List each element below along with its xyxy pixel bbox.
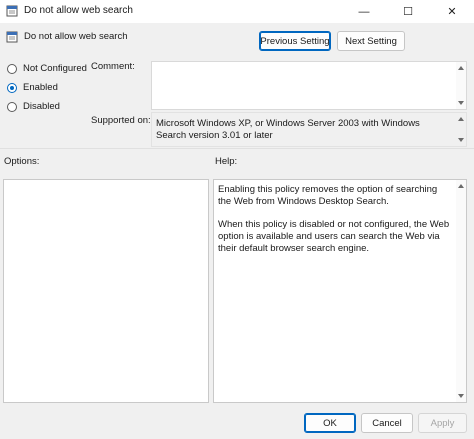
cancel-button[interactable]: Cancel xyxy=(361,413,413,433)
scroll-up-icon[interactable] xyxy=(458,184,464,188)
previous-setting-label: Previous Setting xyxy=(260,35,330,47)
next-setting-label: Next Setting xyxy=(345,35,397,47)
comment-label: Comment: xyxy=(91,61,135,72)
options-pane xyxy=(3,179,209,403)
scroll-down-icon[interactable] xyxy=(458,101,464,105)
ok-label: OK xyxy=(323,417,337,429)
maximize-button[interactable]: ☐ xyxy=(386,0,430,23)
policy-document-icon xyxy=(6,5,18,17)
help-paragraph: When this policy is disabled or not conf… xyxy=(218,219,450,254)
radio-label: Not Configured xyxy=(23,63,87,74)
minimize-button[interactable]: — xyxy=(342,0,386,23)
radio-disabled[interactable]: Disabled xyxy=(7,101,60,112)
radio-enabled[interactable]: Enabled xyxy=(7,82,58,93)
policy-name: Do not allow web search xyxy=(24,31,128,42)
scroll-up-icon[interactable] xyxy=(458,66,464,70)
scroll-up-icon[interactable] xyxy=(458,117,464,121)
help-text: Enabling this policy removes the option … xyxy=(218,184,452,266)
radio-circle-checked[interactable] xyxy=(7,82,17,93)
comment-scrollbar[interactable] xyxy=(456,62,466,109)
options-label: Options: xyxy=(4,156,40,167)
scroll-down-icon[interactable] xyxy=(458,138,464,142)
help-paragraph: Enabling this policy removes the option … xyxy=(218,184,438,207)
ok-button[interactable]: OK xyxy=(304,413,356,433)
title-bar: Do not allow web search — ☐ ✕ xyxy=(0,0,474,23)
radio-circle[interactable] xyxy=(7,63,17,74)
supported-on-label: Supported on: xyxy=(91,115,151,126)
help-label: Help: xyxy=(215,156,238,167)
radio-label: Enabled xyxy=(23,82,58,93)
maximize-icon: ☐ xyxy=(403,6,413,18)
radio-circle[interactable] xyxy=(7,101,17,112)
policy-document-icon xyxy=(6,31,18,43)
comment-textarea[interactable] xyxy=(151,61,467,110)
supported-on-box: Microsoft Windows XP, or Windows Server … xyxy=(151,112,467,147)
close-icon: ✕ xyxy=(447,6,457,18)
minimize-icon: — xyxy=(358,5,370,18)
apply-label: Apply xyxy=(430,417,455,429)
radio-not-configured[interactable]: Not Configured xyxy=(7,63,87,74)
radio-label: Disabled xyxy=(23,101,60,112)
previous-setting-button[interactable]: Previous Setting xyxy=(259,31,331,51)
supported-scrollbar[interactable] xyxy=(456,113,466,146)
close-button[interactable]: ✕ xyxy=(430,0,474,23)
help-scrollbar[interactable] xyxy=(456,180,466,402)
cancel-label: Cancel xyxy=(372,417,402,429)
next-setting-button[interactable]: Next Setting xyxy=(337,31,405,51)
help-pane: Enabling this policy removes the option … xyxy=(213,179,467,403)
apply-button[interactable]: Apply xyxy=(418,413,467,433)
scroll-down-icon[interactable] xyxy=(458,394,464,398)
supported-on-value: Microsoft Windows XP, or Windows Server … xyxy=(156,118,420,141)
window-title: Do not allow web search xyxy=(24,5,133,16)
section-divider xyxy=(0,148,474,149)
